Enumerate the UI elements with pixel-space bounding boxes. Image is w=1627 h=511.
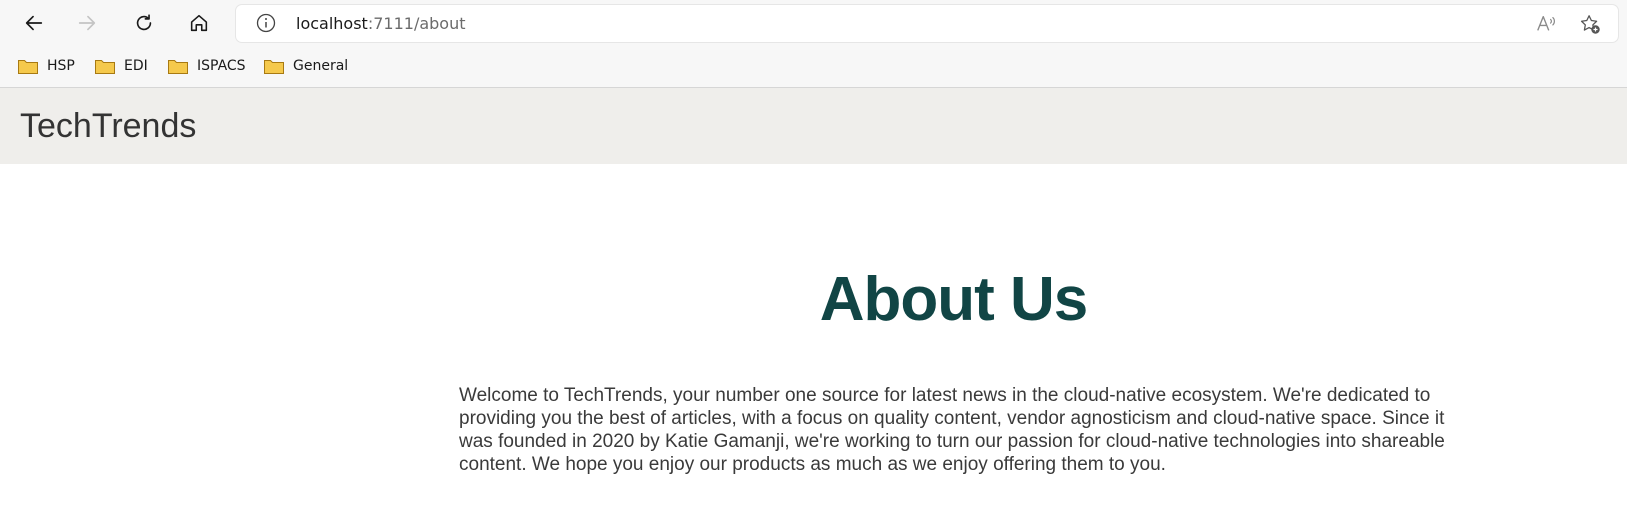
refresh-button[interactable]: [128, 7, 160, 39]
home-button[interactable]: [183, 7, 215, 39]
bookmark-hsp[interactable]: HSP: [17, 54, 75, 78]
read-aloud-button[interactable]: [1534, 12, 1558, 36]
read-aloud-icon: [1537, 15, 1555, 31]
folder-icon: [18, 60, 38, 74]
url-host: localhost: [296, 14, 368, 33]
favorite-add-icon: [1580, 15, 1600, 34]
folder-icon: [95, 60, 115, 74]
refresh-icon: [136, 14, 152, 31]
bookmark-ispacs[interactable]: ISPACS: [167, 54, 246, 78]
back-button[interactable]: [18, 7, 50, 39]
about-paragraph: Welcome to TechTrends, your number one s…: [459, 385, 1445, 475]
forward-arrow-icon: [78, 15, 96, 31]
site-navbar: TechTrends: [0, 88, 1627, 164]
folder-icon: [168, 60, 188, 74]
forward-button[interactable]: [71, 7, 103, 39]
address-bar[interactable]: localhost:7111/about: [236, 5, 1618, 42]
info-icon[interactable]: [256, 13, 276, 33]
folder-icon: [264, 60, 284, 74]
bookmark-general[interactable]: General: [263, 54, 348, 78]
url-path: :7111/about: [367, 14, 466, 33]
browser-toolbar: localhost:7111/about: [0, 0, 1627, 46]
bookmarks-bar: HSP EDI ISPACS General: [0, 50, 1627, 82]
site-brand-link[interactable]: TechTrends: [20, 107, 196, 146]
favorite-add-button[interactable]: [1578, 12, 1602, 36]
bookmark-label: General: [293, 58, 349, 74]
home-icon: [190, 14, 208, 32]
back-arrow-icon: [25, 15, 43, 31]
bookmark-label: ISPACS: [197, 58, 246, 74]
browser-chrome: localhost:7111/about HSP EDI ISPACS Gene…: [0, 0, 1627, 88]
bookmark-label: EDI: [124, 58, 148, 74]
url-text[interactable]: localhost:7111/about: [296, 14, 466, 33]
bookmark-label: HSP: [47, 58, 75, 74]
page-title: About Us: [819, 265, 1089, 334]
bookmark-edi[interactable]: EDI: [94, 54, 148, 78]
